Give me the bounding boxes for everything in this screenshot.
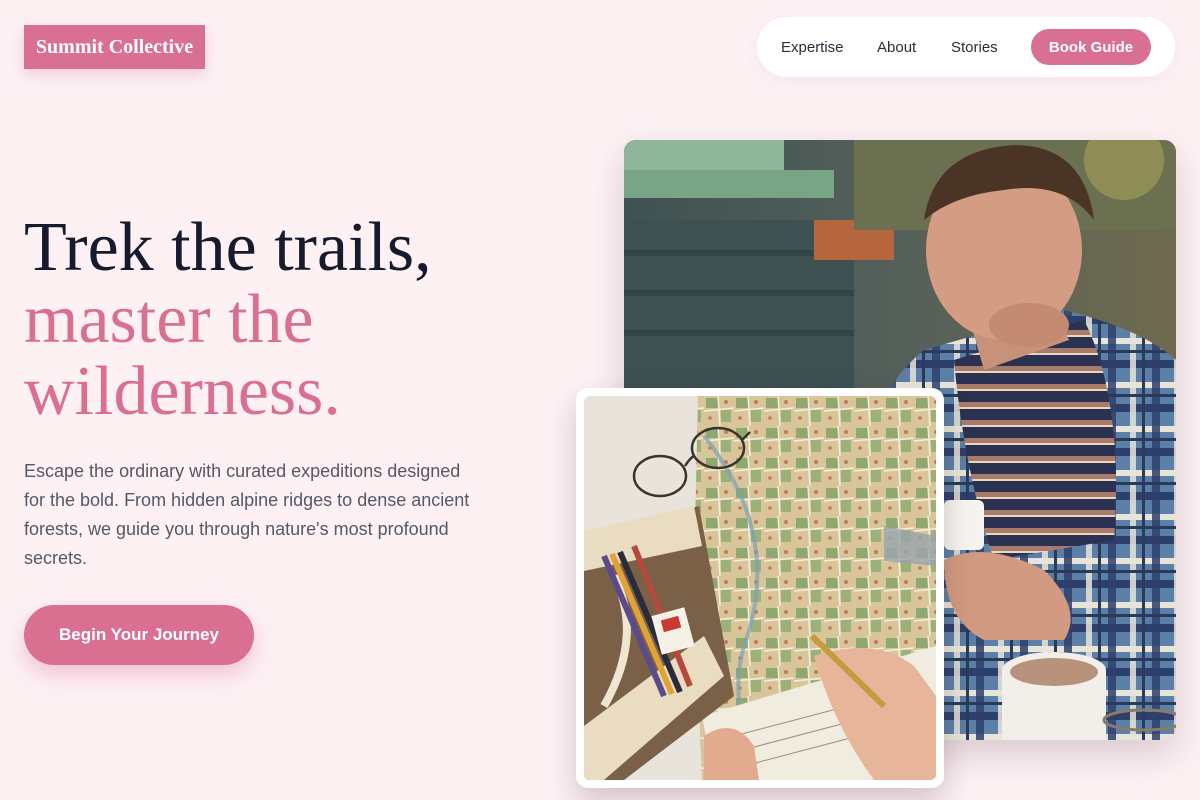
nav-link-expertise[interactable]: Expertise xyxy=(781,17,844,77)
headline-line-1: Trek the trails, xyxy=(24,209,432,286)
main-nav: Expertise About Stories Book Guide xyxy=(757,17,1175,77)
nav-link-about[interactable]: About xyxy=(877,17,916,77)
begin-journey-button[interactable]: Begin Your Journey xyxy=(24,605,254,665)
headline-line-2: master the xyxy=(24,281,314,358)
brand-logo[interactable]: Summit Collective xyxy=(24,25,205,69)
hero-headline: Trek the trails, master the wilderness. xyxy=(24,212,544,428)
photo-map-planning xyxy=(584,396,936,780)
hero-description: Escape the ordinary with curated expedit… xyxy=(24,461,470,568)
photo-map-frame xyxy=(576,388,944,788)
headline-line-3: wilderness. xyxy=(24,353,341,430)
book-guide-button[interactable]: Book Guide xyxy=(1031,29,1151,65)
nav-link-stories[interactable]: Stories xyxy=(951,17,998,77)
